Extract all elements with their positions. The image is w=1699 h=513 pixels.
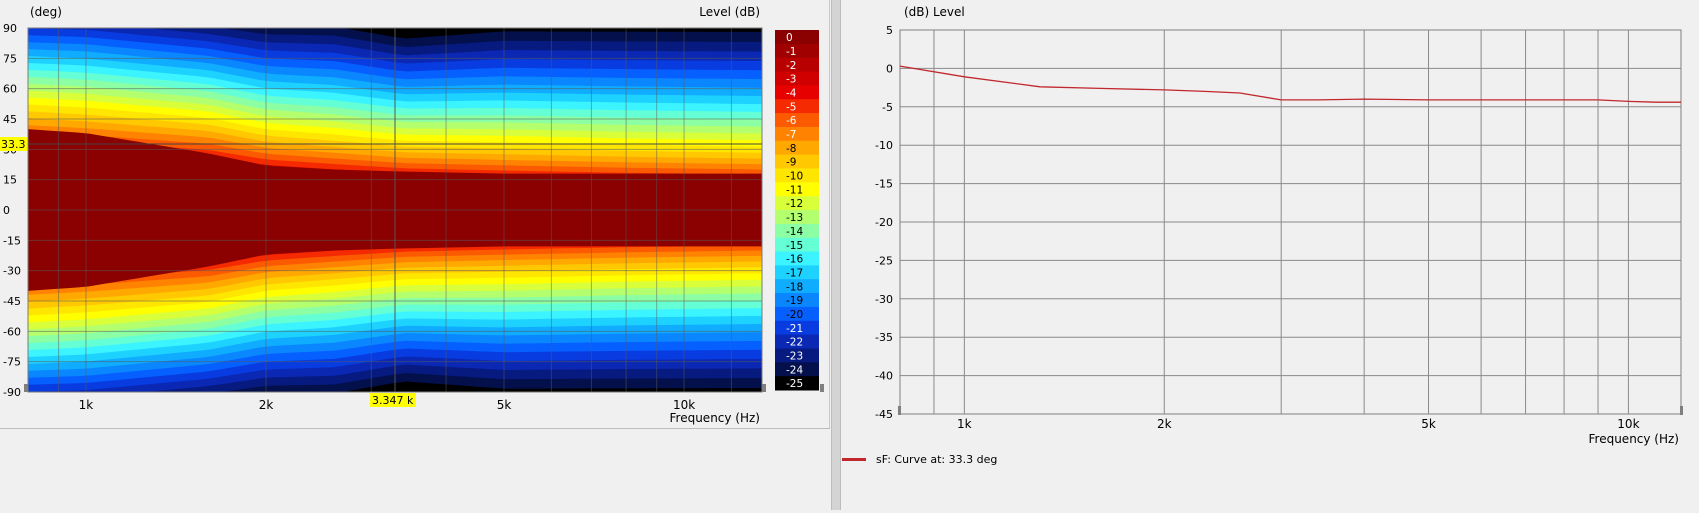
colorbar-tick-label: -14 xyxy=(786,226,803,238)
chart-x-tick-label: 1k xyxy=(957,417,972,431)
chart-legend[interactable]: sF: Curve at: 33.3 deg xyxy=(842,452,997,466)
directivity-heatmap-panel: (deg) Level (dB) 9075604530150-15-30-45-… xyxy=(0,0,830,429)
heatmap-x-tick-label: 1k xyxy=(79,398,94,412)
heatmap-y-tick-label: 90 xyxy=(3,22,17,35)
heatmap-y-tick-label: 15 xyxy=(3,174,17,187)
heatmap-y-tick-label: 75 xyxy=(3,52,17,65)
heatmap-y-ticks: 9075604530150-15-30-45-60-75-90 xyxy=(3,22,21,399)
heatmap-x-tick-label: 2k xyxy=(259,398,274,412)
chart-y-tick-label: -35 xyxy=(875,331,893,344)
heatmap-y-tick-label: -15 xyxy=(3,234,21,247)
heatmap-y-tick-label: 60 xyxy=(3,83,17,96)
colorbar-tick-label: -7 xyxy=(786,129,796,141)
colorbar-tick-label: -25 xyxy=(786,378,803,390)
colorbar-tick-label: -13 xyxy=(786,212,803,224)
colorbar-tick-label: -3 xyxy=(786,74,796,86)
chart-grid xyxy=(900,29,1681,415)
chart-left-scroll-handle[interactable] xyxy=(898,406,901,415)
chart-x-tick-label: 2k xyxy=(1157,417,1172,431)
colorbar-tick-label: -12 xyxy=(786,198,803,210)
colorbar-swatch xyxy=(775,126,819,142)
directivity-heatmap[interactable]: (deg) Level (dB) 9075604530150-15-30-45-… xyxy=(0,0,830,428)
colorbar-tick-label: -6 xyxy=(786,115,797,127)
chart-x-axis-label: Frequency (Hz) xyxy=(1589,432,1680,446)
colorbar-swatch xyxy=(775,85,819,100)
chart-x-tick-label: 5k xyxy=(1421,417,1436,431)
heatmap-y-tick-label: -75 xyxy=(3,356,21,369)
cursor-x-value: 3.347 k xyxy=(372,394,414,407)
legend-swatch xyxy=(842,457,866,461)
cursor-y-value: 33.3 xyxy=(1,138,26,151)
colorbar-swatch xyxy=(775,57,819,73)
colorbar-swatch xyxy=(775,71,819,86)
chart-right-scroll-handle[interactable] xyxy=(1680,406,1683,415)
left-pane-divider xyxy=(829,0,830,428)
chart-y-tick-label: 5 xyxy=(886,24,893,37)
heatmap-y-tick-label: -45 xyxy=(3,295,21,308)
heatmap-y-tick-label: -90 xyxy=(3,386,21,399)
colorbar-tick-label: -23 xyxy=(786,351,803,363)
colorbar-tick-label: -10 xyxy=(786,171,803,183)
heatmap-x-tick-label: 10k xyxy=(673,398,695,412)
heatmap-left-scroll-handle[interactable] xyxy=(24,384,28,392)
colorbar-tick-label: -17 xyxy=(786,267,803,279)
colorbar-tick-label: -20 xyxy=(786,309,803,321)
colorbar-tick-label: -4 xyxy=(786,87,797,99)
chart-y-tick-label: -30 xyxy=(875,293,893,306)
colorbar-scroll-handle[interactable] xyxy=(820,384,824,392)
colorbar-tick-label: -19 xyxy=(786,295,803,307)
colorbar-tick-label: -1 xyxy=(786,46,796,58)
colorbar-tick-label: 0 xyxy=(786,32,793,44)
chart-y-tick-label: -45 xyxy=(875,408,893,421)
chart-y-ticks: 5 0 -5 -10 -15 -20 -25 -30 -35 -40 -45 xyxy=(875,24,893,421)
pane-splitter[interactable] xyxy=(831,0,841,510)
heatmap-y-tick-label: -60 xyxy=(3,325,21,338)
colorbar-swatch xyxy=(775,43,819,59)
colorbar-swatch xyxy=(775,140,819,156)
heatmap-y-tick-label: 0 xyxy=(3,204,10,217)
colorbar-tick-label: -21 xyxy=(786,323,803,335)
colorbar: 0 -1 -2 -3-4 -5 -6 -7 -8 -9 -10-11 -12 -13 -14 -15 -16… xyxy=(775,30,819,391)
chart-x-ticks: 1k 2k 5k 10k xyxy=(957,417,1640,431)
colorbar-tick-label: -15 xyxy=(786,240,803,252)
chart-y-tick-label: 0 xyxy=(886,62,893,75)
chart-y-tick-label: -15 xyxy=(875,178,893,191)
heatmap-right-scroll-handle[interactable] xyxy=(762,384,766,392)
colorbar-swatch xyxy=(775,99,819,114)
chart-x-tick-label: 10k xyxy=(1617,417,1639,431)
legend-label: sF: Curve at: 33.3 deg xyxy=(876,452,998,466)
heatmap-y-unit-label: (deg) xyxy=(30,5,62,19)
chart-y-unit-label: (dB) Level xyxy=(904,5,965,19)
heatmap-y-tick-label: 45 xyxy=(3,113,17,126)
colorbar-tick-label: -2 xyxy=(786,60,796,72)
curve-chart[interactable]: (dB) Level 50-5-10-15-20-25-30-35-40-45 … xyxy=(841,0,1699,510)
colorbar-tick-label: -9 xyxy=(786,157,796,169)
heatmap-x-tick-label: 5k xyxy=(497,398,512,412)
chart-y-tick-label: -5 xyxy=(882,101,893,114)
heatmap-y-tick-label: -30 xyxy=(3,265,21,278)
chart-y-tick-label: -40 xyxy=(875,370,893,383)
colorbar-tick-label: -16 xyxy=(786,254,803,266)
colorbar-tick-label: -11 xyxy=(786,184,803,196)
colorbar-tick-label: -18 xyxy=(786,281,803,293)
heatmap-x-axis-label: Frequency (Hz) xyxy=(670,411,761,425)
colorbar-swatch xyxy=(775,30,819,45)
curve-chart-panel: (dB) Level 5 0 -5 -10 -15 -20 -25 -30 -35 -40 -45 … xyxy=(841,0,1699,510)
chart-y-tick-label: -20 xyxy=(875,216,893,229)
colorbar-tick-label: -5 xyxy=(786,101,796,113)
colorbar-tick-label: -24 xyxy=(786,364,803,376)
chart-y-tick-label: -25 xyxy=(875,254,893,267)
colorbar-swatch xyxy=(775,113,819,128)
colorbar-swatch xyxy=(775,154,819,169)
colorbar-tick-label: -22 xyxy=(786,337,803,349)
colorbar-tick-label: -8 xyxy=(786,143,796,155)
heatmap-level-label: Level (dB) xyxy=(699,5,760,19)
chart-y-tick-label: -10 xyxy=(875,139,893,152)
